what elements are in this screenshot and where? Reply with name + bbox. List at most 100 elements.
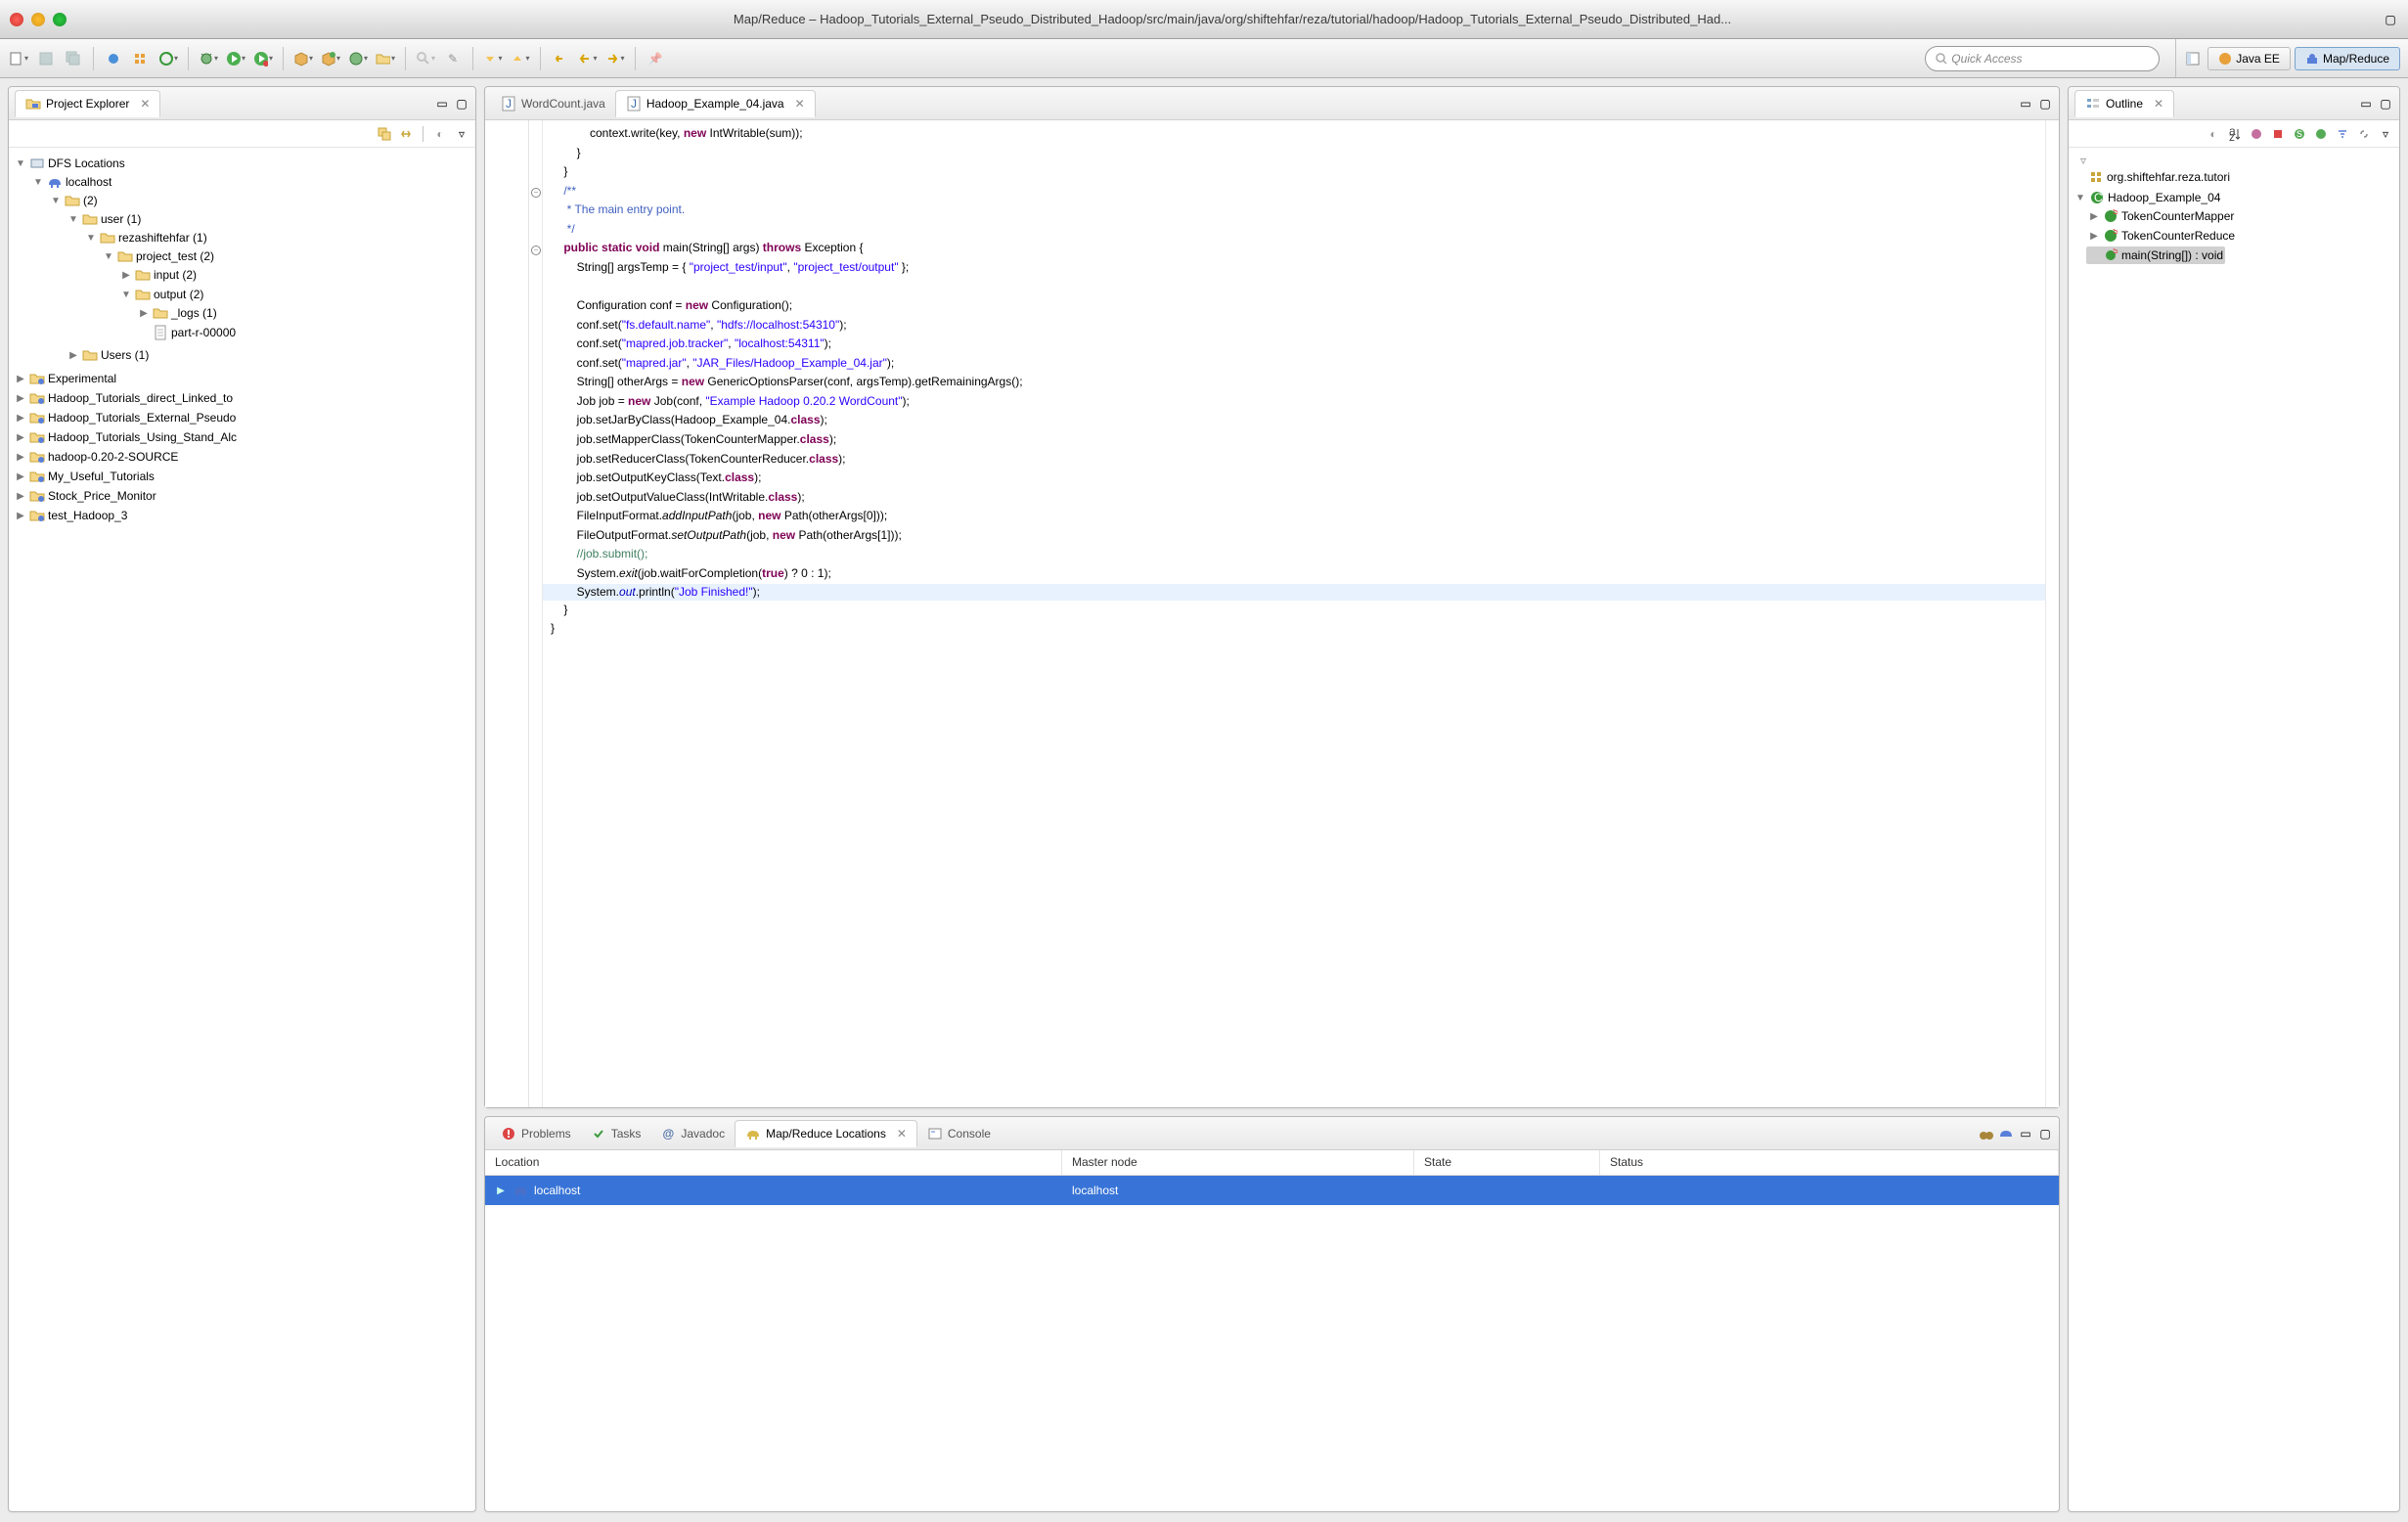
collapse-all-icon[interactable] [377,126,392,142]
perspective-java-ee[interactable]: Java EE [2207,47,2291,70]
tab-problems[interactable]: Problems [491,1121,581,1146]
zoom-icon[interactable] [53,13,67,26]
svg-text:s: s [2297,127,2302,140]
toggle-mark-button[interactable]: ✎ [442,48,464,69]
problems-icon [501,1126,516,1142]
maximize-view-icon[interactable]: ▢ [2037,96,2053,112]
hide-fields-icon[interactable] [2249,126,2264,142]
close-icon[interactable]: ✕ [897,1127,907,1141]
save-all-button[interactable] [63,48,84,69]
fold-toggle-icon[interactable]: − [531,246,541,255]
svg-text:J: J [506,97,512,111]
class-icon: s [2103,208,2118,224]
outline-view: Outline ✕ ▭ ▢ ◐ az s ▿ ▿ org.shiftehfar.… [2068,86,2400,1512]
next-annotation-button[interactable]: ▾ [510,48,531,69]
folder-icon [65,193,80,208]
col-status[interactable]: Status [1600,1150,2059,1175]
view-menu-icon[interactable]: ▿ [454,126,469,142]
tasks-icon [591,1126,606,1142]
line-gutter[interactable] [485,120,529,1107]
view-menu-icon[interactable]: ▿ [2378,126,2393,142]
fold-toggle-icon[interactable]: − [531,188,541,198]
run-last-button[interactable]: ▾ [252,48,274,69]
prev-annotation-button[interactable]: ▾ [482,48,504,69]
overview-ruler[interactable] [2045,120,2059,1107]
project-explorer-tab[interactable]: Project Explorer ✕ [15,90,160,117]
forward-button[interactable]: ▾ [604,48,626,69]
new-folder-button[interactable]: ▾ [375,48,396,69]
coverage-button[interactable]: ▾ [157,48,179,69]
col-state[interactable]: State [1414,1150,1600,1175]
quick-access-field[interactable]: Quick Access [1925,46,2160,71]
code-editor[interactable]: context.write(key, new IntWritable(sum))… [543,120,2045,1107]
tab-tasks[interactable]: Tasks [581,1121,651,1146]
folder-icon [100,230,115,246]
editor-area: J WordCount.java J Hadoop_Example_04.jav… [484,86,2060,1108]
open-perspective-button[interactable] [2182,48,2204,69]
project-icon [29,469,45,484]
link-editor-icon[interactable] [398,126,414,142]
link-icon[interactable] [2356,126,2372,142]
table-row[interactable]: ▶localhost localhost [485,1176,2059,1205]
folder-icon [82,347,98,363]
minimize-view-icon[interactable]: ▭ [2018,96,2033,112]
hide-local-icon[interactable] [2313,126,2329,142]
edit-location-icon[interactable] [1998,1126,2014,1142]
maximize-view-icon[interactable]: ▢ [454,96,469,112]
editor-tab-wordcount[interactable]: J WordCount.java [491,91,615,116]
window-title: Map/Reduce – Hadoop_Tutorials_External_P… [82,12,2383,26]
skip-breakpoints-button[interactable] [130,48,152,69]
back-button[interactable]: ▾ [577,48,599,69]
minimize-icon[interactable] [31,13,45,26]
minimize-view-icon[interactable]: ▭ [2018,1126,2033,1142]
svg-text:J: J [631,97,637,111]
workbench: Project Explorer ✕ ▭ ▢ ◐ ▿ ▼DFS Location… [0,78,2408,1520]
maximize-view-icon[interactable]: ▢ [2378,96,2393,112]
editor-tab-hadoop-example[interactable]: J Hadoop_Example_04.java ✕ [615,90,816,117]
close-icon[interactable]: ✕ [140,97,150,111]
col-master[interactable]: Master node [1062,1150,1414,1175]
outline-tab[interactable]: Outline ✕ [2074,90,2174,117]
tab-map-reduce-locations[interactable]: Map/Reduce Locations✕ [735,1120,917,1147]
open-type-button[interactable]: ▾ [292,48,314,69]
new-button[interactable]: ▾ [8,48,29,69]
fold-strip[interactable]: − − [529,120,543,1107]
focus-task-icon[interactable]: ◐ [432,126,448,142]
filter-icon[interactable] [2335,126,2350,142]
tab-javadoc[interactable]: @Javadoc [650,1121,735,1146]
minimize-view-icon[interactable]: ▭ [434,96,450,112]
sort-icon[interactable]: az [2227,126,2243,142]
project-tree[interactable]: ▼DFS Locations ▼localhost ▼(2) ▼user (1)… [9,148,475,1511]
main-toolbar: ▾ ▾ ▾ ▾ ▾ ▾ ▾ ▾ ▾ ▾ ✎ ▾ ▾ ▾ ▾ 📌 Quick Ac… [0,39,2408,78]
tab-console[interactable]: Console [917,1121,1001,1146]
project-explorer-icon [25,96,41,112]
outline-tree[interactable]: ▿ org.shiftehfar.reza.tutori ▼CHadoop_Ex… [2069,148,2399,1511]
hide-static-icon[interactable] [2270,126,2286,142]
maximize-view-icon[interactable]: ▢ [2037,1126,2053,1142]
hide-nonpublic-icon[interactable]: s [2292,126,2307,142]
col-location[interactable]: Location [485,1150,1062,1175]
new-class-button[interactable]: ▾ [347,48,369,69]
elephant-icon [745,1126,761,1142]
new-location-icon[interactable] [1979,1126,1994,1142]
pin-editor-button[interactable]: 📌 [645,48,666,69]
project-explorer-toolbar: ◐ ▿ [9,120,475,148]
perspective-map-reduce[interactable]: Map/Reduce [2295,47,2400,70]
last-edit-button[interactable] [550,48,571,69]
close-icon[interactable]: ✕ [795,97,805,111]
debug-button[interactable]: ▾ [198,48,219,69]
search-button[interactable]: ▾ [415,48,436,69]
focus-icon[interactable]: ◐ [2206,126,2221,142]
folder-icon [82,211,98,227]
run-button[interactable]: ▾ [225,48,246,69]
breakpoint-button[interactable] [103,48,124,69]
elephant-icon [47,174,63,190]
java-file-icon: J [626,96,642,112]
svg-text:s: s [2113,209,2118,217]
minimize-view-icon[interactable]: ▭ [2358,96,2374,112]
close-icon[interactable] [10,13,23,26]
save-button[interactable] [35,48,57,69]
toggle-button-icon[interactable]: ▢ [2383,12,2398,27]
new-package-button[interactable]: ▾ [320,48,341,69]
close-icon[interactable]: ✕ [2154,97,2163,111]
